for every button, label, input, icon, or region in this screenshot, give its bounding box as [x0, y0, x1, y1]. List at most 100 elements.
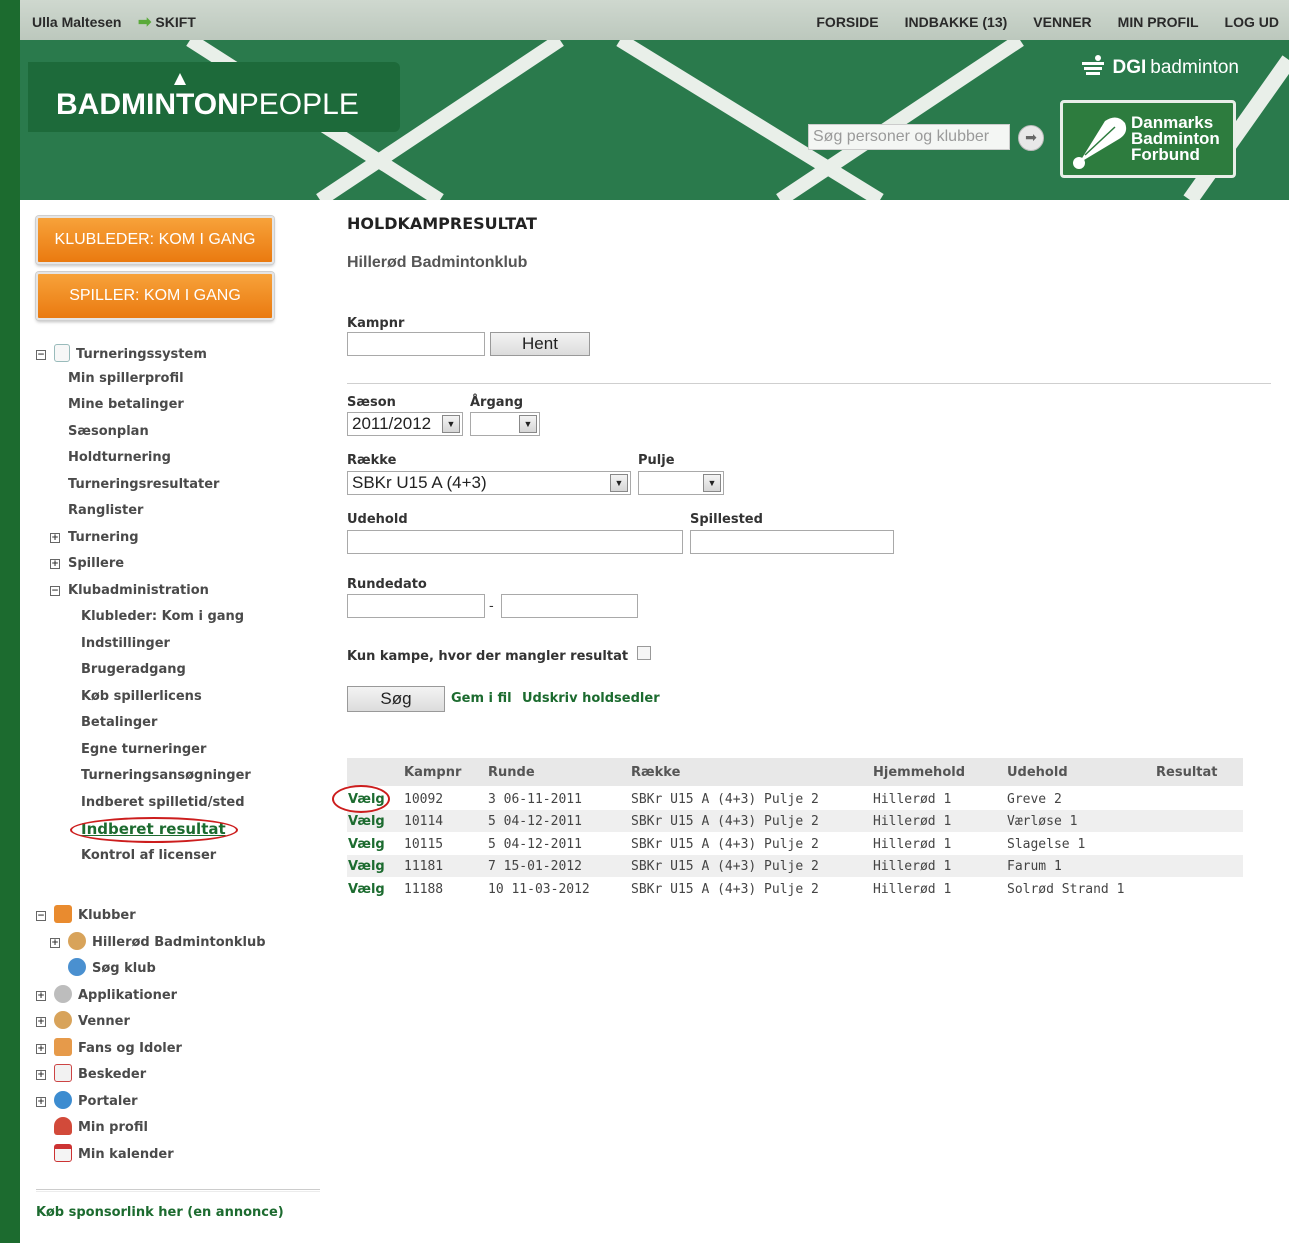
sidebar-item-koeb-spillerlicens[interactable]: Køb spillerlicens [81, 689, 202, 704]
dgi-badminton-logo[interactable]: DGI badminton [1078, 54, 1239, 82]
tree-portaler[interactable]: + Portaler [36, 1091, 138, 1109]
table-row: Vælg 11188 10 11-03-2012 SBKr U15 A (4+3… [347, 878, 1243, 900]
collapse-icon[interactable]: − [36, 350, 46, 360]
expand-icon[interactable]: + [50, 938, 60, 948]
sidebar-item-indberet-spilletid[interactable]: Indberet spilletid/sted [81, 795, 245, 810]
friends-icon [54, 1011, 72, 1029]
hent-button[interactable]: Hent [490, 332, 590, 356]
rundedato-from-input[interactable] [347, 594, 485, 618]
tree-hilleroed-badmintonklub[interactable]: + Hillerød Badmintonklub [50, 932, 266, 950]
rundedato-to-input[interactable] [501, 594, 638, 618]
cell-udehold: Værløse 1 [1007, 814, 1078, 829]
sidebar-item-ranglister[interactable]: Ranglister [68, 503, 143, 518]
expand-icon[interactable]: + [36, 1070, 46, 1080]
tree-fans-og-idoler[interactable]: + Fans og Idoler [36, 1038, 182, 1056]
chevron-down-icon[interactable]: ▼ [442, 415, 460, 433]
spillested-label: Spillested [690, 512, 763, 527]
tree-min-profil[interactable]: Min profil [54, 1117, 148, 1135]
expand-icon[interactable]: + [36, 991, 46, 1001]
top-user-bar: Ulla Maltesen ➡ SKIFT FORSIDE INDBAKKE (… [20, 0, 1289, 40]
vaelg-link[interactable]: Vælg [348, 792, 385, 807]
vaelg-link[interactable]: Vælg [348, 814, 385, 829]
nav-indbakke[interactable]: INDBAKKE (13) [905, 14, 1008, 30]
nav-forside[interactable]: FORSIDE [816, 14, 878, 30]
th-raekke[interactable]: Række [631, 765, 680, 780]
nav-min-profil[interactable]: MIN PROFIL [1118, 14, 1199, 30]
tree-spillere[interactable]: + Spillere [50, 556, 124, 571]
tree-klubadministration[interactable]: − Klubadministration [50, 583, 209, 598]
klubleder-kom-i-gang-button[interactable]: KLUBLEDER: KOM I GANG [36, 216, 274, 264]
sidebar-item-mine-betalinger[interactable]: Mine betalinger [68, 397, 184, 412]
tree-turnering[interactable]: + Turnering [50, 530, 139, 545]
th-hjemmehold[interactable]: Hjemmehold [873, 765, 965, 780]
vaelg-link[interactable]: Vælg [348, 882, 385, 897]
th-resultat[interactable]: Resultat [1156, 765, 1217, 780]
nav-log-ud[interactable]: LOG UD [1225, 14, 1279, 30]
th-udehold[interactable]: Udehold [1007, 765, 1068, 780]
gem-i-fil-link[interactable]: Gem i fil [451, 691, 512, 706]
vaelg-link[interactable]: Vælg [348, 837, 385, 852]
club-building-icon [54, 905, 72, 923]
sidebar-item-klubleder[interactable]: Klubleder: Kom i gang [81, 609, 244, 624]
sidebar-item-holdturnering[interactable]: Holdturnering [68, 450, 171, 465]
missing-result-label: Kun kampe, hvor der mangler resultat [347, 649, 629, 664]
sidebar-item-indberet-resultat[interactable]: Indberet resultat [81, 820, 226, 838]
pulje-select[interactable]: ▼ [638, 471, 724, 495]
tree-beskeder[interactable]: + Beskeder [36, 1064, 146, 1082]
logo[interactable]: BADMINTONPEOPLE [28, 62, 400, 132]
nav-venner[interactable]: VENNER [1033, 14, 1091, 30]
search-go-icon[interactable]: ➡ [1018, 125, 1044, 151]
sidebar-item-betalinger[interactable]: Betalinger [81, 715, 157, 730]
list-icon [54, 344, 70, 362]
tree-min-kalender[interactable]: Min kalender [54, 1144, 174, 1162]
sponsor-link[interactable]: Køb sponsorlink her (en annonce) [36, 1205, 284, 1220]
sidebar-item-brugeradgang[interactable]: Brugeradgang [81, 662, 186, 677]
collapse-icon[interactable]: − [36, 911, 46, 921]
missing-result-checkbox[interactable] [637, 646, 651, 660]
chevron-down-icon[interactable]: ▼ [519, 415, 537, 433]
sidebar-item-indstillinger[interactable]: Indstillinger [81, 636, 170, 651]
sidebar-item-egne-turneringer[interactable]: Egne turneringer [81, 742, 206, 757]
raekke-select[interactable]: SBKr U15 A (4+3) ▼ [347, 471, 631, 495]
tree-soeg-klub[interactable]: Søg klub [68, 958, 156, 976]
sidebar-item-min-spillerprofil[interactable]: Min spillerprofil [68, 371, 184, 386]
cell-kampnr: 10114 [404, 814, 444, 829]
vaelg-link[interactable]: Vælg [348, 859, 385, 874]
person-icon [54, 1117, 72, 1135]
cell-hjemmehold: Hillerød 1 [873, 859, 952, 874]
applications-icon [54, 985, 72, 1003]
sidebar-item-saesonplan[interactable]: Sæsonplan [68, 424, 149, 439]
collapse-icon[interactable]: − [50, 586, 60, 596]
udehold-input[interactable] [347, 530, 683, 554]
tree-turneringssystem[interactable]: − Turneringssystem [36, 344, 207, 362]
saeson-select[interactable]: 2011/2012 ▼ [347, 412, 463, 436]
th-kampnr[interactable]: Kampnr [404, 765, 461, 780]
sidebar-item-turneringsansoegninger[interactable]: Turneringsansøgninger [81, 768, 251, 783]
aargang-select[interactable]: ▼ [470, 412, 540, 436]
th-runde[interactable]: Runde [488, 765, 535, 780]
soeg-button[interactable]: Søg [347, 686, 445, 712]
kampnr-input[interactable] [347, 332, 485, 356]
expand-icon[interactable]: + [36, 1017, 46, 1027]
sidebar-divider [36, 1189, 320, 1192]
chevron-down-icon[interactable]: ▼ [610, 474, 628, 492]
search-input[interactable]: Søg personer og klubber [808, 124, 1010, 150]
udskriv-holdsedler-link[interactable]: Udskriv holdsedler [522, 691, 660, 706]
expand-icon[interactable]: + [50, 559, 60, 569]
chevron-down-icon[interactable]: ▼ [703, 474, 721, 492]
tree-applikationer[interactable]: + Applikationer [36, 985, 177, 1003]
sidebar-item-kontrol-af-licenser[interactable]: Kontrol af licenser [81, 848, 216, 863]
thumbs-up-icon [54, 1038, 72, 1056]
dbf-logo[interactable]: Danmarks Badminton Forbund [1060, 100, 1236, 178]
pulje-label: Pulje [638, 453, 675, 468]
spillested-input[interactable] [690, 530, 894, 554]
expand-icon[interactable]: + [36, 1044, 46, 1054]
sidebar-item-turneringsresultater[interactable]: Turneringsresultater [68, 477, 219, 492]
expand-icon[interactable]: + [36, 1097, 46, 1107]
switch-user-link[interactable]: ➡ SKIFT [138, 12, 196, 32]
tree-klubber[interactable]: − Klubber [36, 905, 136, 923]
tree-venner[interactable]: + Venner [36, 1011, 130, 1029]
expand-icon[interactable]: + [50, 533, 60, 543]
cell-raekke: SBKr U15 A (4+3) Pulje 2 [631, 837, 819, 852]
spiller-kom-i-gang-button[interactable]: SPILLER: KOM I GANG [36, 272, 274, 320]
